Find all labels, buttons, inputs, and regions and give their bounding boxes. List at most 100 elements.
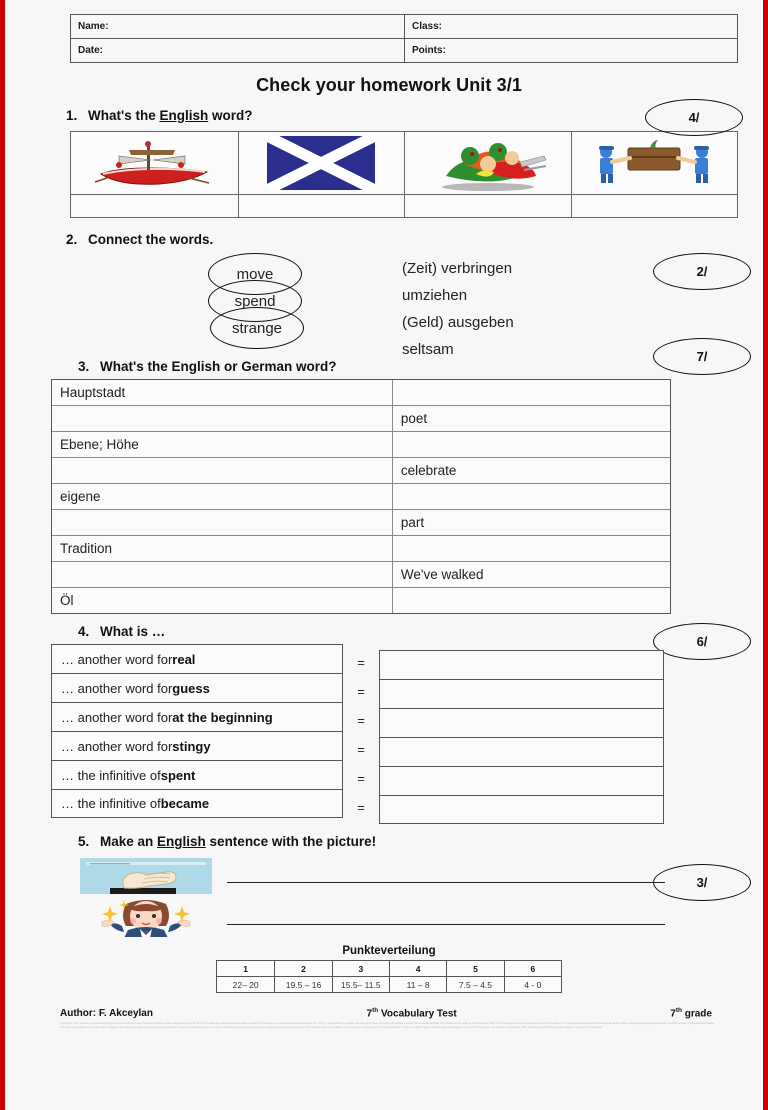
equals-sign: = xyxy=(357,800,365,815)
question-1-answer-row xyxy=(71,194,737,217)
q5-underlined-word: English xyxy=(157,834,206,849)
q5-picture-hand xyxy=(78,857,213,895)
class-field[interactable]: Class: xyxy=(404,15,737,38)
table-row: Öl xyxy=(52,587,670,613)
q1-answer-blank[interactable] xyxy=(404,195,571,217)
q4-prefix: … another word for xyxy=(61,709,173,725)
german-cell[interactable] xyxy=(52,458,392,483)
german-cell[interactable]: Tradition xyxy=(52,536,392,561)
english-cell[interactable] xyxy=(391,536,670,561)
grade-range-cell: 19.5 – 16 xyxy=(274,977,331,992)
q4-prefix: … another word for xyxy=(61,738,173,754)
question-5-points-bubble: 3/ xyxy=(653,864,751,901)
grade-range-cell: 4 - 0 xyxy=(503,977,561,992)
q4-answer-blank[interactable] xyxy=(379,737,664,766)
question-1-heading: 1. What's the English word? xyxy=(66,108,740,123)
picture-cell-moving-furniture xyxy=(570,132,737,194)
question-5-text: Make an English sentence with the pictur… xyxy=(100,834,376,849)
question-2-matching-area: move spend strange (Zeit) verbringen umz… xyxy=(70,249,740,361)
q5-picture-shrug xyxy=(78,899,213,937)
equals-sign: = xyxy=(357,655,365,670)
question-2-text: Connect the words. xyxy=(88,232,214,247)
equals-sign: = xyxy=(357,713,365,728)
q4-prompt: … the infinitive of spent xyxy=(51,760,343,789)
german-cell[interactable]: Ebene; Höhe xyxy=(52,432,392,457)
worksheet-page: Name: Class: Date: Points: Check your ho… xyxy=(0,0,768,1110)
equals-sign: = xyxy=(357,771,365,786)
german-word-2[interactable]: (Geld) ausgeben xyxy=(402,314,514,331)
german-cell[interactable] xyxy=(52,562,392,587)
english-cell[interactable] xyxy=(391,380,670,405)
footer-microtext: lorem ipsum dolor sit amet consectetur a… xyxy=(60,1022,714,1029)
german-cell[interactable] xyxy=(52,510,392,535)
q1-answer-blank[interactable] xyxy=(237,195,404,217)
question-1-points-bubble: 4/ xyxy=(645,99,743,136)
worksheet-sheet: Name: Class: Date: Points: Check your ho… xyxy=(5,0,768,1110)
grade-header-row: 1 2 3 4 5 6 xyxy=(217,961,561,977)
q1-answer-blank[interactable] xyxy=(570,195,737,217)
english-cell[interactable]: part xyxy=(391,510,670,535)
picture-cell-boat xyxy=(71,132,238,194)
scottish-flag-icon xyxy=(267,136,376,190)
english-cell[interactable]: poet xyxy=(391,406,670,431)
name-class-row: Name: Class: xyxy=(71,15,737,38)
question-5-heading: 5. Make an English sentence with the pic… xyxy=(78,834,740,849)
german-word-0[interactable]: (Zeit) verbringen xyxy=(402,260,512,277)
picture-row xyxy=(71,132,737,194)
q4-prompt: … another word for guess xyxy=(51,673,343,702)
german-word-3[interactable]: seltsam xyxy=(402,341,454,358)
q4-answer-blank[interactable] xyxy=(379,679,664,708)
table-row: celebrate xyxy=(52,457,670,483)
german-cell[interactable] xyxy=(52,406,392,431)
grade-range-row: 22– 20 19.5 – 16 15.5– 11.5 11 – 8 7.5 –… xyxy=(217,977,561,992)
q4-answer-blank[interactable] xyxy=(379,766,664,795)
german-cell[interactable]: eigene xyxy=(52,484,392,509)
footer-right-suffix: grade xyxy=(681,1008,712,1020)
q4-answer-blank[interactable] xyxy=(379,708,664,737)
points-field[interactable]: Points: xyxy=(404,39,737,62)
page-footer: Author: F. Akceylan 7th Vocabulary Test … xyxy=(60,1007,712,1019)
picture-cell-flag xyxy=(237,132,404,194)
equals-sign: = xyxy=(357,742,365,757)
german-cell[interactable]: Öl xyxy=(52,588,392,613)
english-cell[interactable]: We've walked xyxy=(391,562,670,587)
english-cell[interactable] xyxy=(391,432,670,457)
grade-header-cell: 5 xyxy=(446,961,503,976)
q4-prefix: … another word for xyxy=(61,651,173,667)
english-cell[interactable]: celebrate xyxy=(391,458,670,483)
english-cell[interactable] xyxy=(391,588,670,613)
q5-answer-line[interactable] xyxy=(227,881,665,883)
q5-answer-line[interactable] xyxy=(227,923,665,925)
grade-range-cell: 15.5– 11.5 xyxy=(331,977,389,992)
german-word-1[interactable]: umziehen xyxy=(402,287,467,304)
question-4-number: 4. xyxy=(78,624,90,639)
grade-header-cell: 3 xyxy=(331,961,389,976)
question-5-area xyxy=(78,855,740,939)
date-points-row: Date: Points: xyxy=(71,38,737,62)
grade-header-cell: 1 xyxy=(243,963,249,974)
date-field[interactable]: Date: xyxy=(71,39,404,62)
german-cell[interactable]: Hauptstadt xyxy=(52,380,392,405)
question-4-text: What is … xyxy=(100,624,166,639)
q4-keyword: spent xyxy=(160,767,196,783)
grade-header-cell: 2 xyxy=(274,961,331,976)
question-3-word-table: Hauptstadt poet Ebene; Höhe celebrate ei… xyxy=(51,379,671,614)
english-cell[interactable] xyxy=(391,484,670,509)
question-3-number: 3. xyxy=(78,359,90,374)
question-1-number: 1. xyxy=(66,108,78,123)
red-boat-icon xyxy=(94,141,210,185)
q1-text-before: What's the xyxy=(88,108,160,123)
q4-answer-blank[interactable] xyxy=(379,795,664,824)
q4-answer-blank[interactable] xyxy=(379,650,664,679)
q1-text-after: word? xyxy=(208,108,253,123)
question-4-heading: 4. What is … xyxy=(78,624,740,639)
q4-prompt: … another word for real xyxy=(51,644,343,673)
word-bubble-strange[interactable]: strange xyxy=(210,307,304,349)
name-field[interactable]: Name: xyxy=(71,15,404,38)
grade-header-cell: 6 xyxy=(503,961,561,976)
grade-header-cell: 4 xyxy=(388,961,446,976)
q1-answer-blank[interactable] xyxy=(71,195,238,217)
footer-test-title: 7th Vocabulary Test xyxy=(367,1007,457,1019)
people-carrying-furniture-icon xyxy=(599,140,710,183)
q5-text-after: sentence with the picture! xyxy=(205,834,377,849)
